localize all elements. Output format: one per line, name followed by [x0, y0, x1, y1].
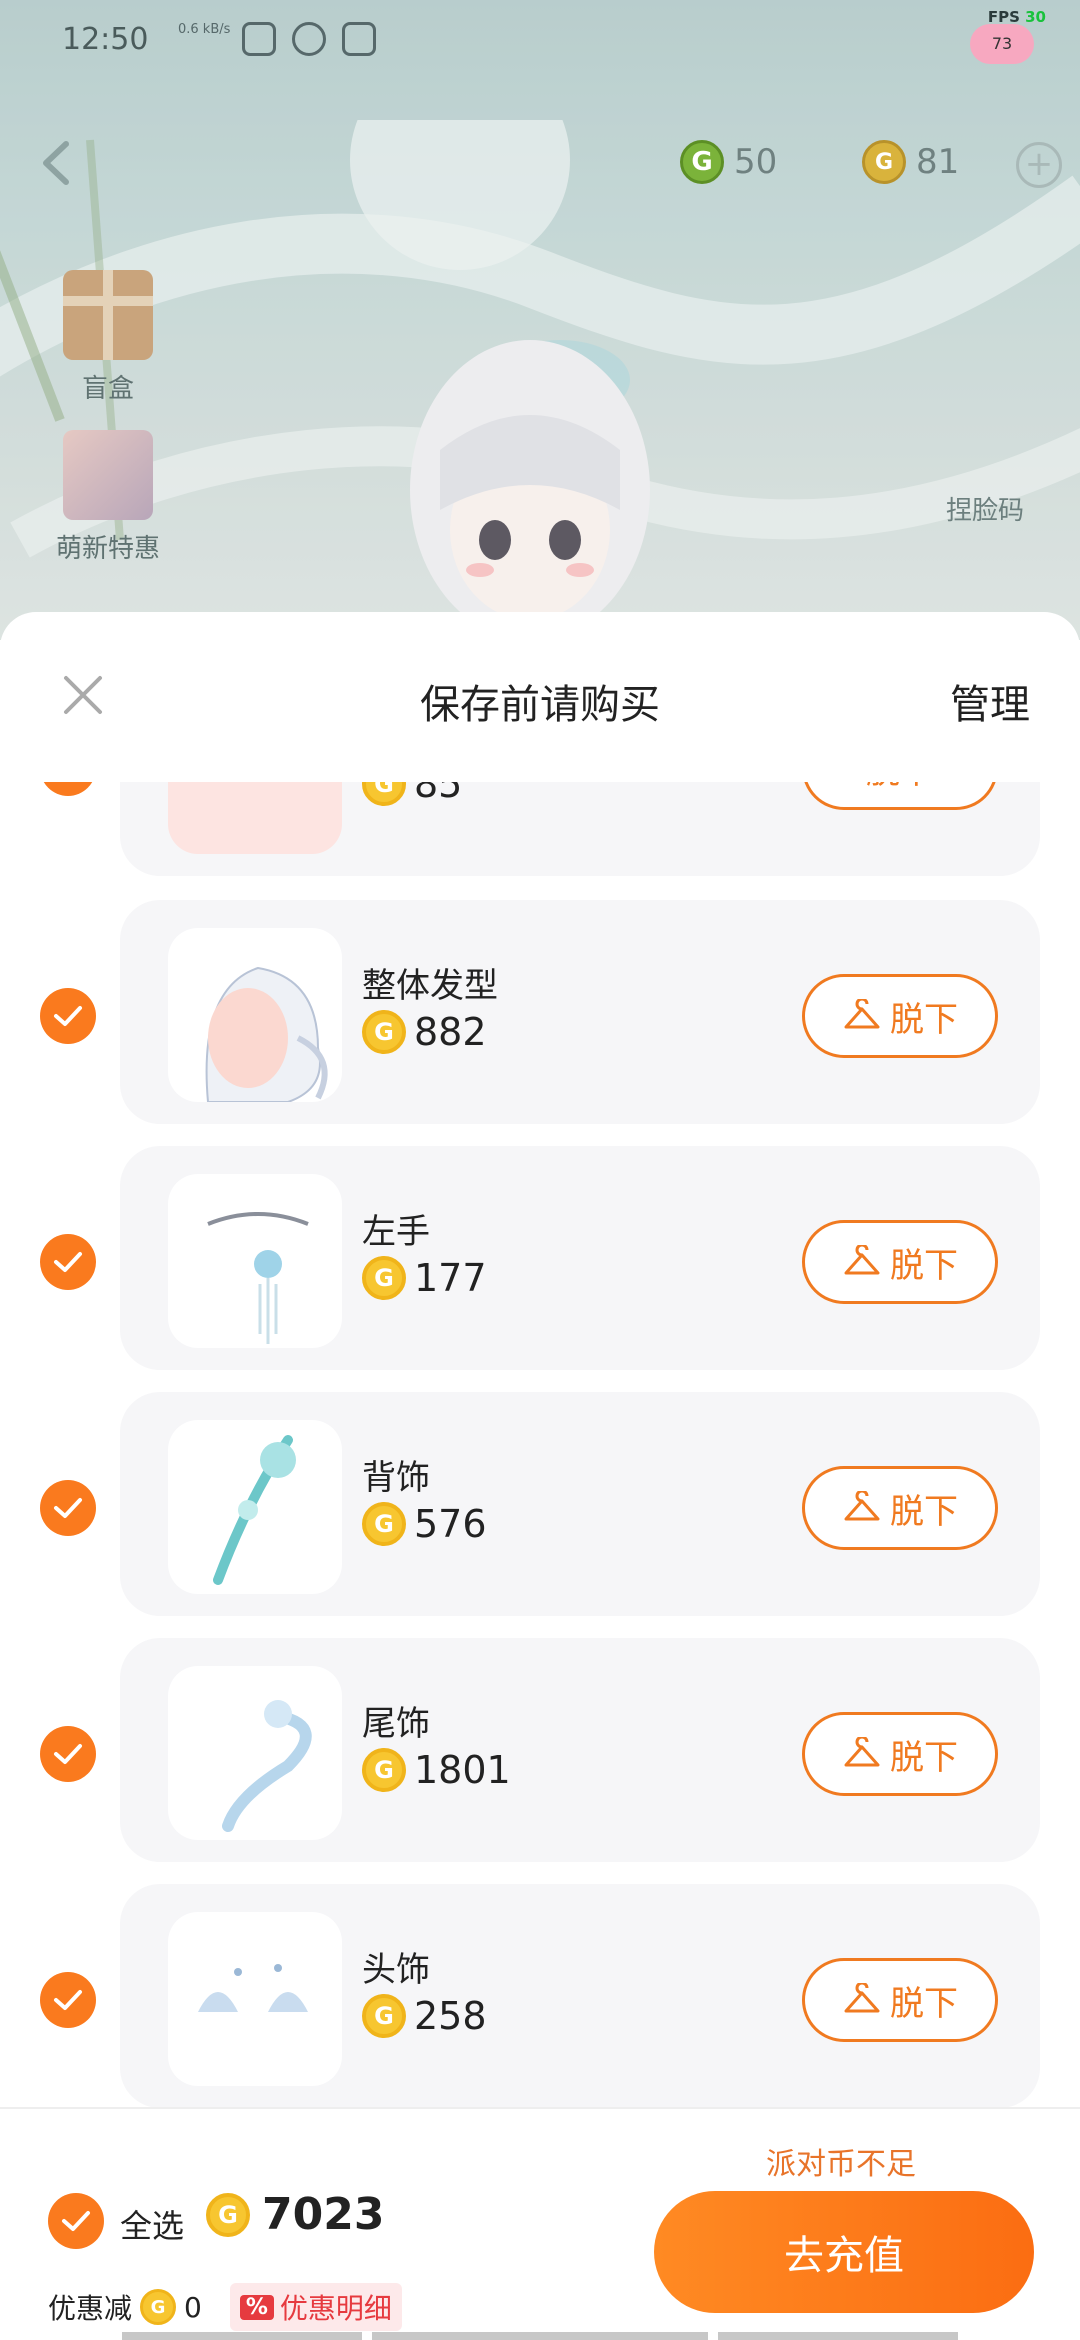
check-icon — [54, 1252, 82, 1272]
hanger-icon — [844, 1737, 880, 1767]
take-off-button[interactable]: 脱下 — [802, 782, 998, 810]
headwear-image — [198, 1964, 308, 2012]
newbie-deal-thumbnail — [63, 430, 153, 520]
sheet-title: 保存前请购买 — [420, 682, 660, 728]
check-icon — [62, 2211, 90, 2231]
item-price: G 1801 — [362, 1748, 511, 1792]
hanger-icon — [844, 1245, 880, 1275]
face-code-button[interactable]: 捏脸码 — [920, 490, 1050, 527]
item-checkbox[interactable] — [40, 1972, 96, 2028]
list-item[interactable]: 左手 G 177 脱下 — [0, 1146, 1080, 1376]
sheet-header: 保存前请购买 管理 — [0, 612, 1080, 782]
gold-coin-icon: G — [362, 782, 406, 806]
item-name: 头饰 — [362, 1950, 430, 1990]
percent-icon: % — [239, 2294, 274, 2320]
status-time: 12:50 — [62, 22, 149, 57]
newbie-deal-entry[interactable]: 萌新特惠 — [48, 430, 168, 565]
discount-row: 优惠减 G 0 % 优惠明细 — [48, 2283, 402, 2331]
check-icon — [54, 1990, 82, 2010]
discount-detail-button[interactable]: % 优惠明细 — [229, 2283, 402, 2331]
gold-coin-icon: G — [362, 1502, 406, 1546]
discount-value: 0 — [184, 2290, 202, 2324]
take-off-button[interactable]: 脱下 — [802, 1712, 998, 1796]
item-thumbnail — [168, 782, 342, 854]
item-checkbox[interactable] — [40, 782, 96, 796]
item-price: G 258 — [362, 1994, 487, 2038]
gold-coin-icon: G — [140, 2289, 177, 2325]
check-icon — [54, 1498, 82, 1518]
gold-coin-icon: G — [362, 1748, 406, 1792]
item-price: G 85 — [362, 782, 462, 806]
item-checkbox[interactable] — [40, 1234, 96, 1290]
item-thumbnail — [168, 1174, 342, 1348]
discount-label: 优惠减 — [48, 2292, 133, 2325]
back-accessory-image — [213, 1435, 296, 1585]
item-name: 尾饰 — [362, 1704, 430, 1744]
item-price: G 576 — [362, 1502, 487, 1546]
take-off-button[interactable]: 脱下 — [802, 974, 998, 1058]
list-item[interactable]: G 85 脱下 — [0, 782, 1080, 882]
compass-icon — [292, 22, 326, 56]
list-item[interactable]: 尾饰 G 1801 脱下 — [0, 1638, 1080, 1868]
item-name: 左手 — [362, 1212, 430, 1252]
add-currency-button[interactable]: + — [1016, 142, 1062, 188]
item-list[interactable]: G 85 脱下 整体发型 G 882 — [0, 782, 1080, 2107]
purchase-sheet: 保存前请购买 管理 G 85 脱下 — [0, 612, 1080, 2340]
list-item[interactable]: 背饰 G 576 脱下 — [0, 1392, 1080, 1622]
gold-coin-icon: G — [362, 1256, 406, 1300]
tail-accessory-image — [222, 1700, 312, 1832]
checkout-footer: 派对币不足 全选 G 7023 优惠减 G 0 % 优惠明细 去充值 — [0, 2107, 1080, 2340]
item-thumbnail — [168, 1912, 342, 2086]
select-all-label[interactable]: 全选 — [120, 2201, 184, 2247]
status-net-speed: 0.6 kB/s — [178, 22, 231, 37]
item-price: G 177 — [362, 1256, 487, 1300]
check-icon — [54, 1006, 82, 1026]
item-thumbnail — [168, 1420, 342, 1594]
take-off-button[interactable]: 脱下 — [802, 1220, 998, 1304]
item-checkbox[interactable] — [40, 1726, 96, 1782]
list-item[interactable]: 整体发型 G 882 脱下 — [0, 900, 1080, 1130]
back-arrow-icon[interactable] — [40, 140, 70, 186]
item-thumbnail — [168, 1666, 342, 1840]
check-icon — [54, 1744, 82, 1764]
notification-icon — [242, 22, 276, 56]
status-bar: 12:50 0.6 kB/s — [0, 22, 1080, 62]
total-price: G 7023 — [206, 2189, 384, 2240]
hairstyle-image — [205, 966, 328, 1102]
gold-currency: G 81 — [862, 140, 959, 184]
gold-coin-icon: G — [362, 1994, 406, 2038]
manage-button[interactable]: 管理 — [950, 672, 1030, 730]
hanger-icon — [844, 1491, 880, 1521]
hanger-icon — [844, 999, 880, 1029]
pet-badge: 73 — [970, 24, 1034, 64]
list-item[interactable]: 头饰 G 258 脱下 — [0, 1884, 1080, 2107]
left-hand-accessory-image — [207, 1212, 309, 1344]
item-checkbox[interactable] — [40, 988, 96, 1044]
character-preview-scene: 12:50 0.6 kB/s FPS 30 73 G 50 G 81 + 盲盒 … — [0, 0, 1080, 640]
item-checkbox[interactable] — [40, 1480, 96, 1536]
hanger-icon — [844, 1983, 880, 2013]
gold-coin-icon: G — [206, 2192, 250, 2237]
nav-bar — [0, 2330, 1080, 2340]
green-currency: G 50 — [680, 140, 777, 184]
item-name: 背饰 — [362, 1458, 430, 1498]
green-coin-icon: G — [680, 140, 724, 184]
insufficient-coins-warning: 派对币不足 — [766, 2147, 916, 2182]
item-thumbnail — [168, 928, 342, 1102]
video-icon — [342, 22, 376, 56]
take-off-button[interactable]: 脱下 — [802, 1958, 998, 2042]
select-all-checkbox[interactable] — [48, 2193, 104, 2249]
item-price: G 882 — [362, 1010, 487, 1054]
take-off-button[interactable]: 脱下 — [802, 1466, 998, 1550]
gold-coin-icon: G — [362, 1010, 406, 1054]
gift-box-icon — [63, 270, 153, 360]
gold-coin-icon: G — [862, 140, 906, 184]
item-name: 整体发型 — [362, 966, 498, 1006]
blind-box-entry[interactable]: 盲盒 — [48, 270, 168, 405]
recharge-button[interactable]: 去充值 — [654, 2191, 1034, 2313]
